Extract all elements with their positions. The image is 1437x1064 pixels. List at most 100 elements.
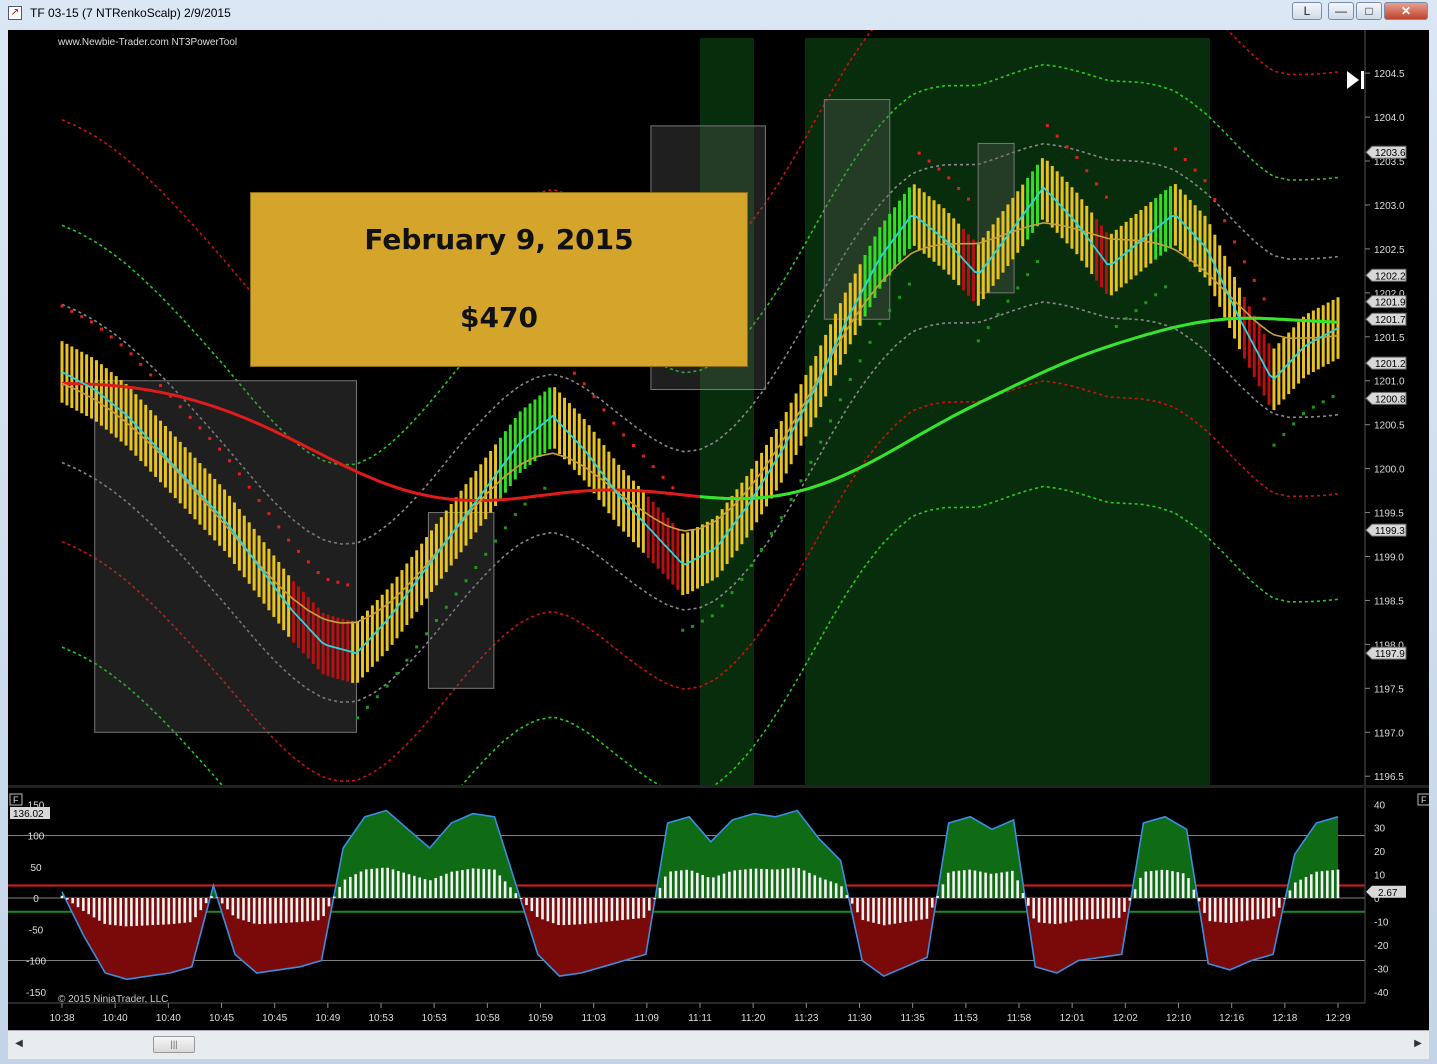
osc-histogram-bar — [834, 883, 838, 898]
osc-histogram-bar — [477, 868, 480, 898]
signal-dot — [415, 645, 419, 649]
signal-dot — [336, 580, 340, 584]
signal-dot — [720, 604, 724, 608]
signal-dot — [996, 312, 1000, 316]
osc-histogram-bar — [1091, 898, 1094, 920]
osc-histogram-bar — [493, 869, 496, 898]
window-title: TF 03-15 (7 NTRenkoScalp) 2/9/2015 — [30, 6, 231, 20]
signal-dot — [119, 343, 123, 347]
osc-histogram-bar — [856, 898, 859, 913]
osc-histogram-bar — [386, 867, 389, 898]
osc-histogram-bar — [300, 898, 304, 922]
title-bar[interactable]: ↗ TF 03-15 (7 NTRenkoScalp) 2/9/2015 L —… — [0, 0, 1437, 26]
price-tick-label: 1196.5 — [1374, 772, 1404, 783]
time-tick-label: 10:58 — [475, 1013, 500, 1024]
link-button[interactable]: L — [1292, 2, 1322, 20]
time-tick-label: 11:35 — [901, 1013, 926, 1024]
signal-dot — [267, 512, 271, 516]
time-tick-label: 12:18 — [1272, 1013, 1297, 1024]
scroll-left-icon[interactable]: ◀ — [10, 1035, 28, 1053]
osc-histogram-bar — [904, 898, 907, 923]
osc-histogram-bar — [1219, 898, 1222, 923]
chart-svg[interactable]: 1204.51204.01203.51203.01202.51202.01201… — [8, 0, 1431, 1030]
osc-histogram-bar — [226, 898, 229, 910]
osc-histogram-bar — [130, 898, 133, 927]
signal-dot — [947, 176, 951, 180]
osc-histogram-bar — [1117, 898, 1121, 918]
signal-dot — [1193, 168, 1197, 172]
osc-histogram-bar — [322, 898, 325, 917]
result-banner: February 9, 2015 $470 — [250, 192, 748, 367]
signal-dot — [582, 382, 586, 386]
osc-histogram-bar — [1245, 898, 1249, 921]
osc-histogram-bar — [866, 898, 870, 922]
signal-dot — [1321, 400, 1325, 404]
signal-dot — [405, 658, 409, 662]
panel-separator[interactable] — [8, 785, 1429, 788]
signal-dot — [710, 614, 714, 618]
signal-dot — [188, 415, 192, 419]
signal-dot — [641, 454, 645, 458]
osc-histogram-bar — [701, 875, 704, 898]
signal-dot — [858, 359, 862, 363]
osc-histogram-bar — [1336, 869, 1340, 898]
signal-dot — [365, 705, 369, 709]
osc-histogram-bar — [124, 898, 128, 927]
osc-histogram-bar — [1240, 898, 1244, 922]
price-marker-label: 1201.2 — [1375, 359, 1406, 370]
time-tick-label: 12:29 — [1325, 1013, 1350, 1024]
horizontal-scrollbar[interactable]: ◀ ||| ▶ — [8, 1030, 1429, 1059]
signal-dot — [907, 282, 911, 286]
osc-histogram-bar — [551, 898, 555, 924]
osc-histogram-bar — [1128, 898, 1132, 901]
osc-histogram-bar — [1288, 890, 1292, 898]
osc-histogram-bar — [1021, 893, 1025, 898]
chart-area[interactable]: 1204.5 1204.0 1203.5 1203.0 1202.5 1202.0 1201… — [8, 0, 1431, 1030]
osc-histogram-bar — [87, 898, 90, 915]
price-marker-label: 1201.9 — [1375, 298, 1406, 309]
osc-histogram-bar — [888, 898, 891, 925]
signal-dot — [306, 560, 310, 564]
osc-histogram-bar — [135, 898, 139, 926]
osc-histogram-bar — [680, 870, 683, 898]
close-button[interactable]: ✕ — [1384, 2, 1428, 20]
signal-dot — [1302, 411, 1306, 415]
signal-dot — [681, 628, 685, 632]
scroll-right-icon[interactable]: ▶ — [1409, 1035, 1427, 1053]
osc-histogram-bar — [626, 898, 630, 920]
osc-histogram-bar — [850, 898, 854, 904]
time-tick-label: 10:38 — [49, 1013, 74, 1024]
maximize-button[interactable]: □ — [1356, 2, 1382, 20]
signal-dot — [198, 426, 202, 430]
osc-left-tick-label: 100 — [28, 832, 45, 843]
renko-bar — [912, 184, 916, 246]
signal-dot — [474, 566, 478, 570]
scroll-thumb[interactable]: ||| — [153, 1036, 195, 1053]
osc-histogram-bar — [1304, 877, 1308, 898]
osc-histogram-bar — [685, 869, 688, 898]
osc-histogram-bar — [66, 898, 69, 900]
osc-histogram-bar — [770, 869, 774, 898]
minimize-button[interactable]: — — [1328, 2, 1354, 20]
signal-dot — [1114, 325, 1118, 329]
osc-histogram-bar — [450, 871, 454, 898]
signal-dot — [661, 475, 665, 479]
time-tick-label: 10:45 — [262, 1013, 287, 1024]
signal-dot — [809, 460, 813, 464]
osc-histogram-bar — [103, 898, 107, 924]
osc-histogram-bar — [519, 898, 523, 900]
osc-histogram-bar — [631, 898, 635, 919]
osc-histogram-bar — [413, 875, 416, 898]
osc-histogram-bar — [445, 873, 448, 898]
signal-dot — [454, 592, 458, 596]
price-tick-label: 1197.0 — [1374, 728, 1404, 739]
signal-dot — [1311, 405, 1315, 409]
signal-dot — [484, 552, 488, 556]
osc-histogram-bar — [1176, 872, 1180, 898]
time-tick-label: 10:49 — [315, 1013, 340, 1024]
play-to-end-icon[interactable] — [1344, 68, 1368, 92]
osc-histogram-bar — [290, 898, 293, 923]
osc-histogram-bar — [882, 898, 886, 926]
osc-histogram-bar — [402, 872, 405, 898]
osc-histogram-bar — [1123, 898, 1126, 912]
